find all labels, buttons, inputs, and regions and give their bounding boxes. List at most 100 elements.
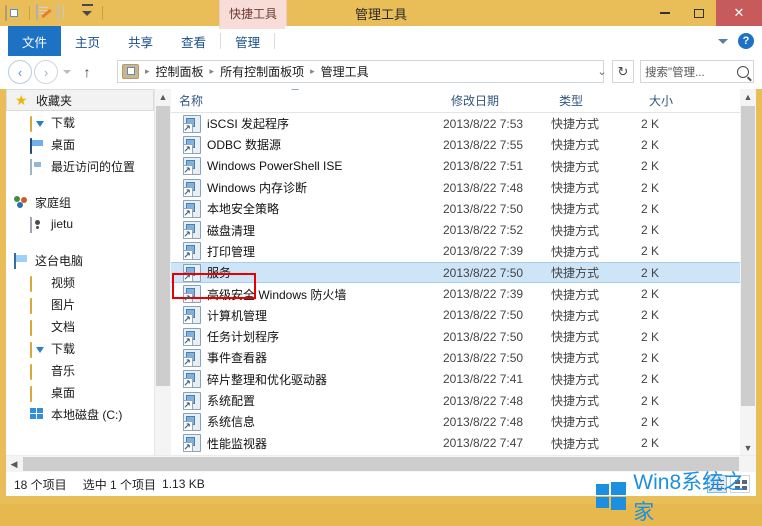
back-button[interactable]: ‹ (8, 60, 32, 84)
sidebar-label-downloads: 下载 (51, 115, 76, 130)
table-row[interactable]: iSCSI 发起程序 2013/8/22 7:53 快捷方式 2 K (171, 113, 756, 134)
sidebar-item-downloads[interactable]: 下载 (6, 111, 154, 133)
new-item-icon[interactable] (36, 4, 54, 22)
file-name-cell: 计算机管理 (171, 306, 443, 325)
column-header-date[interactable]: 修改日期 (443, 92, 551, 109)
table-row[interactable]: 计算机管理 2013/8/22 7:50 快捷方式 2 K (171, 305, 756, 326)
breadcrumb[interactable]: ▸ 控制面板 ▸ 所有控制面板项 ▸ 管理工具 (117, 60, 604, 83)
help-icon[interactable]: ? (738, 33, 754, 49)
customize-dropdown-icon[interactable] (78, 4, 96, 22)
history-dropdown-icon[interactable] (63, 70, 71, 74)
sidebar-item-videos[interactable]: 视频 (6, 271, 154, 293)
hscroll-left-icon[interactable]: ◀ (6, 456, 22, 472)
sidebar-label-recent-places: 最近访问的位置 (51, 159, 136, 174)
folder-properties-icon[interactable] (5, 4, 23, 22)
shortcut-icon (183, 114, 201, 133)
refresh-button[interactable]: ↻ (612, 60, 634, 83)
file-date-cell: 2013/8/22 7:48 (443, 180, 524, 195)
table-row[interactable]: 系统配置 2013/8/22 7:48 快捷方式 2 K (171, 390, 756, 411)
file-size-cell: 2 K (641, 372, 660, 387)
shortcut-icon (183, 157, 201, 176)
sidebar-item-jietu[interactable]: jietu (6, 213, 154, 235)
desktop-folder-icon (30, 384, 46, 402)
table-row[interactable]: 任务计划程序 2013/8/22 7:50 快捷方式 2 K (171, 326, 756, 347)
forward-button[interactable]: › (34, 60, 58, 84)
sidebar-scroll-thumb[interactable] (156, 106, 170, 386)
search-input[interactable]: 搜索"管理... (640, 60, 754, 83)
close-button[interactable]: ✕ (716, 0, 762, 26)
sidebar-item-desktop[interactable]: 桌面 (6, 133, 154, 155)
sidebar-item-desktop-pc[interactable]: 桌面 (6, 381, 154, 403)
sidebar-item-favorites[interactable]: ★ 收藏夹 (6, 89, 154, 111)
sidebar-item-pictures[interactable]: 图片 (6, 293, 154, 315)
file-name-cell: 性能监视器 (171, 434, 443, 453)
sidebar-scroll-up-icon[interactable]: ▲ (155, 89, 171, 105)
tab-share[interactable]: 共享 (114, 26, 167, 56)
table-row[interactable]: 碎片整理和优化驱动器 2013/8/22 7:41 快捷方式 2 K (171, 369, 756, 390)
filelist-scroll-up-icon[interactable]: ▲ (740, 89, 756, 105)
table-row[interactable]: 磁盘清理 2013/8/22 7:52 快捷方式 2 K (171, 219, 756, 240)
sidebar-label-documents: 文档 (51, 319, 76, 334)
minimize-button[interactable] (648, 0, 682, 26)
maximize-button[interactable] (682, 0, 716, 26)
tab-view[interactable]: 查看 (167, 26, 220, 56)
sidebar-item-homegroup[interactable]: 家庭组 (6, 191, 154, 213)
file-date-cell: 2013/8/22 7:51 (443, 159, 524, 174)
shortcut-icon (183, 221, 201, 240)
table-row[interactable]: 高级安全 Windows 防火墙 2013/8/22 7:39 快捷方式 2 K (171, 283, 756, 304)
column-header-size[interactable]: 大小 (641, 92, 711, 109)
pictures-folder-icon (30, 296, 46, 314)
tab-manage[interactable]: 管理 (221, 26, 274, 56)
file-date-cell: 2013/8/22 7:50 (443, 308, 524, 323)
sidebar-scrollbar[interactable]: ▲ ▼ (154, 89, 171, 472)
file-name-label: 系统信息 (207, 415, 256, 430)
sidebar-item-recent-places[interactable]: 最近访问的位置 (6, 155, 154, 177)
file-name-label: ODBC 数据源 (207, 138, 282, 153)
properties-icon[interactable] (57, 4, 75, 22)
column-header-type[interactable]: 类型 (551, 92, 641, 109)
table-row[interactable]: 服务 2013/8/22 7:50 快捷方式 2 K (171, 262, 756, 284)
file-type-cell: 快捷方式 (551, 394, 600, 408)
table-row[interactable]: Windows PowerShell ISE 2013/8/22 7:51 快捷方式… (171, 156, 756, 177)
file-size-cell: 2 K (641, 308, 660, 323)
control-panel-icon (122, 64, 139, 79)
file-size-cell: 2 K (641, 350, 660, 365)
file-type-cell: 快捷方式 (551, 436, 600, 451)
shortcut-icon (183, 263, 201, 282)
up-button[interactable]: ↑ (76, 61, 98, 83)
address-dropdown-icon[interactable]: ⌄ (592, 61, 612, 82)
tab-file[interactable]: 文件 (8, 26, 62, 56)
file-name-label: 磁盘清理 (207, 223, 256, 238)
filelist-scrollbar[interactable]: ▲ ▼ (740, 89, 756, 456)
sidebar-item-documents[interactable]: 文档 (6, 315, 154, 337)
file-name-label: 性能监视器 (207, 436, 268, 451)
qat-separator (29, 6, 30, 20)
documents-folder-icon (30, 318, 46, 336)
sidebar-item-music[interactable]: 音乐 (6, 359, 154, 381)
breadcrumb-item-admin-tools[interactable]: 管理工具 (319, 63, 371, 80)
breadcrumb-item-control-panel[interactable]: 控制面板 (154, 63, 206, 80)
file-type-cell: 快捷方式 (551, 181, 600, 196)
tab-home[interactable]: 主页 (61, 26, 114, 56)
sidebar-label-jietu: jietu (51, 217, 74, 231)
table-row[interactable]: 打印管理 2013/8/22 7:39 快捷方式 2 K (171, 241, 756, 262)
table-row[interactable]: 本地安全策略 2013/8/22 7:50 快捷方式 2 K (171, 198, 756, 219)
sidebar-item-downloads-pc[interactable]: 下载 (6, 337, 154, 359)
sidebar-item-this-pc[interactable]: 这台电脑 (6, 249, 154, 271)
file-name-cell: 磁盘清理 (171, 221, 443, 240)
table-row[interactable]: Windows 内存诊断 2013/8/22 7:48 快捷方式 2 K (171, 177, 756, 198)
table-row[interactable]: 性能监视器 2013/8/22 7:47 快捷方式 2 K (171, 432, 756, 453)
file-size-cell: 2 K (641, 201, 660, 216)
column-header-name[interactable]: 名称 (171, 89, 443, 109)
filelist-scroll-thumb[interactable] (741, 106, 755, 406)
table-row[interactable]: 系统信息 2013/8/22 7:48 快捷方式 2 K (171, 411, 756, 432)
table-row[interactable]: ODBC 数据源 2013/8/22 7:55 快捷方式 2 K (171, 134, 756, 155)
breadcrumb-item-all-items[interactable]: 所有控制面板项 (218, 63, 306, 80)
table-row[interactable]: 事件查看器 2013/8/22 7:50 快捷方式 2 K (171, 347, 756, 368)
file-name-cell: 碎片整理和优化驱动器 (171, 370, 443, 389)
chevron-down-icon[interactable] (718, 38, 728, 44)
address-bar: ‹ › ↑ ▸ 控制面板 ▸ 所有控制面板项 ▸ 管理工具 ⌄ ↻ 搜索"管理.… (0, 56, 762, 89)
filelist-scroll-down-icon[interactable]: ▼ (740, 440, 756, 456)
sidebar-item-local-disk-c[interactable]: 本地磁盘 (C:) (6, 403, 154, 425)
shortcut-icon (183, 391, 201, 410)
